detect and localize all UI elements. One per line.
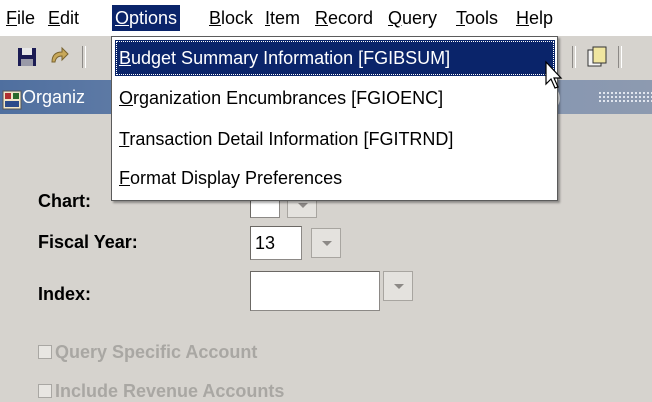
- fiscal-year-label: Fiscal Year:: [38, 232, 138, 252]
- toolbar-separator: [572, 46, 576, 68]
- menu-item-transaction-detail[interactable]: Transaction Detail Information [FGITRND]: [115, 121, 555, 157]
- menu-file[interactable]: File: [3, 5, 38, 31]
- index-field[interactable]: [250, 271, 380, 311]
- menu-help[interactable]: Help: [513, 5, 556, 31]
- window-title: Organiz: [22, 87, 86, 107]
- checkbox-icon[interactable]: [38, 345, 52, 359]
- query-specific-account-label: Query Specific Account: [55, 342, 258, 362]
- copy-record-icon[interactable]: [584, 44, 610, 70]
- menu-query[interactable]: Query: [385, 5, 440, 31]
- fiscal-year-dropdown-button[interactable]: [311, 228, 341, 258]
- include-revenue-accounts-checkbox[interactable]: Include Revenue Accounts: [38, 381, 284, 402]
- rollback-icon[interactable]: [46, 44, 72, 70]
- fiscal-year-field[interactable]: 13: [250, 226, 302, 260]
- app-window-icon: [2, 87, 22, 110]
- index-label: Index:: [38, 284, 92, 304]
- save-icon[interactable]: [14, 44, 40, 70]
- menu-item[interactable]: Item: [262, 5, 303, 31]
- menu-tools[interactable]: Tools: [453, 5, 501, 31]
- menu-record[interactable]: Record: [312, 5, 376, 31]
- menu-options[interactable]: Options: [112, 5, 181, 31]
- menu-edit[interactable]: Edit: [45, 5, 82, 31]
- query-specific-account-checkbox[interactable]: Query Specific Account: [38, 342, 257, 363]
- menu-block[interactable]: Block: [206, 5, 256, 31]
- index-dropdown-button[interactable]: [383, 271, 413, 301]
- mouse-pointer-icon: [544, 60, 566, 90]
- menu-bar: File Edit Options Block Item Record Quer…: [0, 0, 652, 36]
- menu-item-organization-encumbrances[interactable]: Organization Encumbrances [FGIOENC]: [115, 80, 555, 116]
- menu-item-budget-summary[interactable]: Budget Summary Information [FGIBSUM]: [115, 40, 555, 76]
- chart-label: Chart:: [38, 191, 91, 211]
- title-bar-texture: [598, 91, 652, 103]
- options-dropdown-menu: Budget Summary Information [FGIBSUM] Org…: [111, 36, 558, 201]
- menu-item-format-display-preferences[interactable]: Format Display Preferences: [115, 160, 555, 196]
- include-revenue-accounts-label: Include Revenue Accounts: [55, 381, 285, 401]
- checkbox-icon[interactable]: [38, 384, 52, 398]
- toolbar-separator: [82, 46, 86, 68]
- toolbar-separator: [618, 46, 622, 68]
